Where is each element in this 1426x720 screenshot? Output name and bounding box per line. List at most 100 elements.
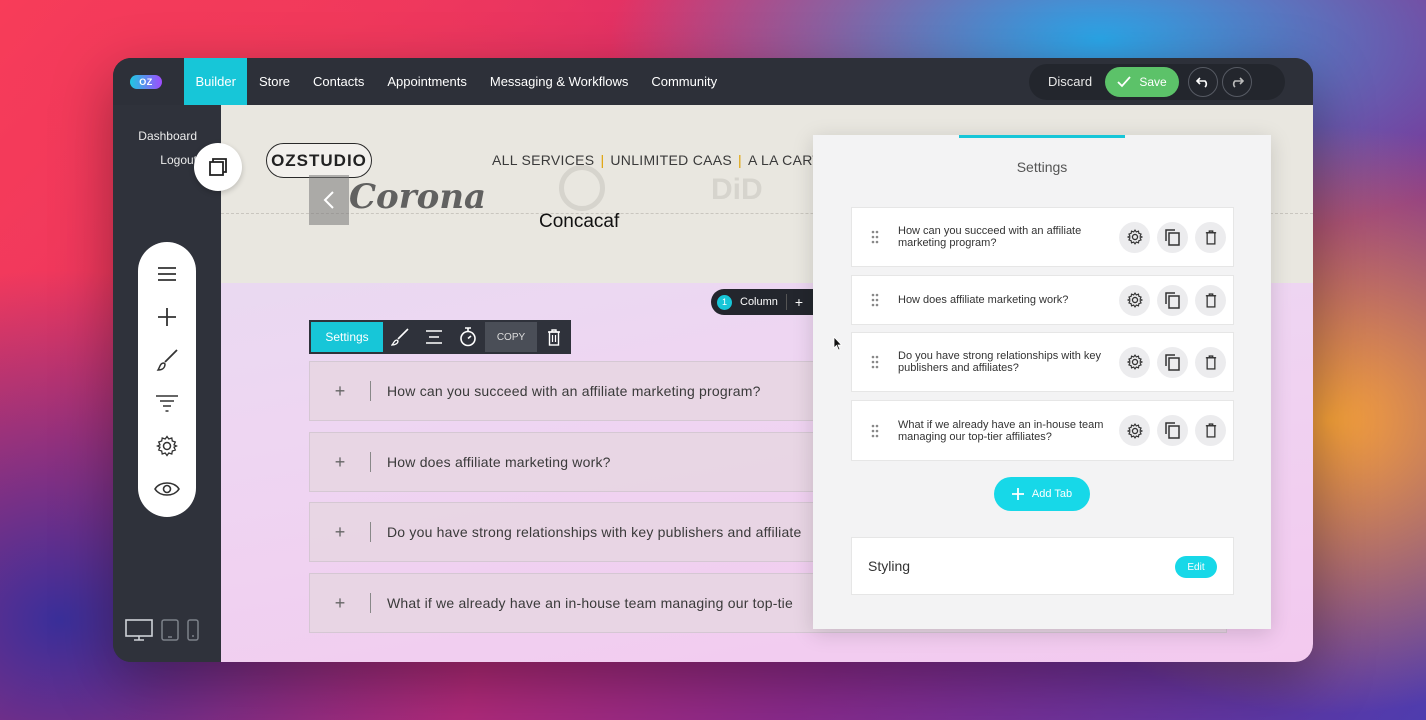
tab-label: How does affiliate marketing work? — [898, 294, 1069, 306]
gear-icon — [1126, 422, 1143, 439]
site-menu: ALL SERVICES | UNLIMITED CAAS | A LA CARTE S — [492, 152, 845, 168]
element-settings-button[interactable]: Settings — [311, 322, 383, 352]
copy-icon — [1165, 422, 1180, 439]
device-switcher — [125, 619, 199, 646]
tab-row: Do you have strong relationships with ke… — [851, 332, 1234, 392]
check-icon — [1117, 76, 1131, 88]
desktop-icon[interactable] — [125, 619, 153, 646]
column-number: 1 — [717, 294, 732, 310]
trash-icon[interactable] — [537, 320, 571, 354]
save-controls: Discard Save — [1029, 64, 1285, 100]
main-nav: Builder Store Contacts Appointments Mess… — [184, 58, 729, 105]
expand-plus-icon[interactable]: + — [310, 522, 370, 543]
logout-link[interactable]: Logout — [160, 153, 197, 167]
copy-icon — [1165, 353, 1180, 371]
nav-contacts[interactable]: Contacts — [302, 58, 376, 105]
menu-separator: | — [600, 152, 605, 168]
tab-delete-button[interactable] — [1195, 221, 1226, 253]
add-tab-label: Add Tab — [1031, 488, 1073, 500]
top-bar: OZ Builder Store Contacts Appointments M… — [113, 58, 1313, 105]
styling-section: Styling Edit — [851, 537, 1234, 595]
discard-button[interactable]: Discard — [1048, 64, 1092, 100]
copy-button[interactable]: COPY — [485, 322, 537, 352]
redo-icon — [1232, 77, 1244, 88]
builder-window: OZ Builder Store Contacts Appointments M… — [113, 58, 1313, 662]
mouse-cursor-icon — [833, 336, 843, 351]
menu-unlimited-caas[interactable]: UNLIMITED CAAS — [610, 152, 732, 168]
brand-logo-circle — [559, 165, 605, 211]
site-logo[interactable]: OZSTUDIO — [266, 143, 372, 178]
tab-delete-button[interactable] — [1195, 284, 1226, 316]
copy-icon — [1165, 228, 1180, 246]
styling-edit-button[interactable]: Edit — [1175, 556, 1217, 578]
drag-handle-icon[interactable] — [852, 230, 898, 244]
expand-plus-icon[interactable]: + — [310, 593, 370, 614]
tab-duplicate-button[interactable] — [1157, 415, 1188, 446]
tab-row: How can you succeed with an affiliate ma… — [851, 207, 1234, 267]
trash-icon — [1205, 292, 1216, 308]
left-sidebar: Dashboard Logout — [113, 105, 221, 662]
tablet-icon[interactable] — [161, 619, 179, 646]
align-icon[interactable] — [417, 320, 451, 354]
filter-icon[interactable] — [153, 389, 181, 417]
tab-delete-button[interactable] — [1195, 346, 1226, 378]
element-toolbar: Settings COPY — [309, 320, 571, 354]
brand-concacaf: Concacaf — [539, 211, 620, 232]
redo-button[interactable] — [1222, 67, 1252, 97]
tab-duplicate-button[interactable] — [1157, 346, 1188, 378]
nav-store[interactable]: Store — [247, 58, 301, 105]
brush-icon[interactable] — [153, 346, 181, 374]
tab-row: How does affiliate marketing work? — [851, 275, 1234, 325]
nav-messaging-workflows[interactable]: Messaging & Workflows — [478, 58, 639, 105]
trash-icon — [1205, 354, 1216, 370]
save-label: Save — [1139, 75, 1167, 89]
drag-handle-icon[interactable] — [852, 293, 898, 307]
column-label: Column — [740, 296, 778, 308]
save-button[interactable]: Save — [1105, 67, 1179, 97]
slider-prev-button[interactable] — [309, 175, 349, 225]
accordion-divider — [370, 381, 371, 401]
nav-appointments[interactable]: Appointments — [376, 58, 479, 105]
nav-builder[interactable]: Builder — [184, 58, 248, 105]
tab-settings-button[interactable] — [1119, 415, 1150, 446]
page-layers-toggle[interactable] — [194, 143, 242, 191]
tab-settings-button[interactable] — [1119, 346, 1150, 378]
app-logo-text: OZ — [139, 77, 153, 87]
dashboard-link[interactable]: Dashboard — [138, 129, 197, 143]
tab-row: What if we already have an in-house team… — [851, 400, 1234, 461]
plus-icon[interactable] — [153, 303, 181, 331]
tab-settings-button[interactable] — [1119, 221, 1150, 253]
nav-community[interactable]: Community — [640, 58, 729, 105]
tab-label: What if we already have an in-house team… — [898, 418, 1104, 443]
layers-icon — [209, 158, 227, 176]
undo-button[interactable] — [1188, 67, 1218, 97]
undo-icon — [1196, 77, 1208, 88]
menu-icon[interactable] — [153, 260, 181, 288]
tab-duplicate-button[interactable] — [1157, 221, 1188, 253]
accordion-divider — [370, 593, 371, 613]
tab-settings-button[interactable] — [1119, 284, 1150, 316]
gear-icon[interactable] — [153, 432, 181, 460]
expand-plus-icon[interactable]: + — [310, 452, 370, 473]
accordion-divider — [370, 452, 371, 472]
drag-handle-icon[interactable] — [852, 355, 898, 369]
trash-icon — [1205, 229, 1216, 245]
tab-delete-button[interactable] — [1195, 415, 1226, 446]
settings-panel: Settings How can you succeed with an aff… — [813, 135, 1271, 629]
styling-label: Styling — [868, 558, 911, 574]
drag-handle-icon[interactable] — [852, 424, 898, 438]
accordion-divider — [370, 522, 371, 542]
add-column-button[interactable]: + — [785, 294, 803, 310]
timer-icon[interactable] — [451, 320, 485, 354]
gear-icon — [1126, 292, 1143, 308]
accordion-question: How does affiliate marketing work? — [387, 454, 611, 470]
trash-icon — [1205, 423, 1216, 438]
mobile-icon[interactable] — [187, 619, 199, 646]
add-tab-button[interactable]: Add Tab — [994, 477, 1090, 511]
tab-duplicate-button[interactable] — [1157, 284, 1188, 316]
app-logo[interactable]: OZ — [130, 75, 162, 89]
eye-icon[interactable] — [153, 475, 181, 503]
brush-icon[interactable] — [383, 320, 417, 354]
expand-plus-icon[interactable]: + — [310, 381, 370, 402]
chevron-left-icon — [323, 191, 334, 209]
